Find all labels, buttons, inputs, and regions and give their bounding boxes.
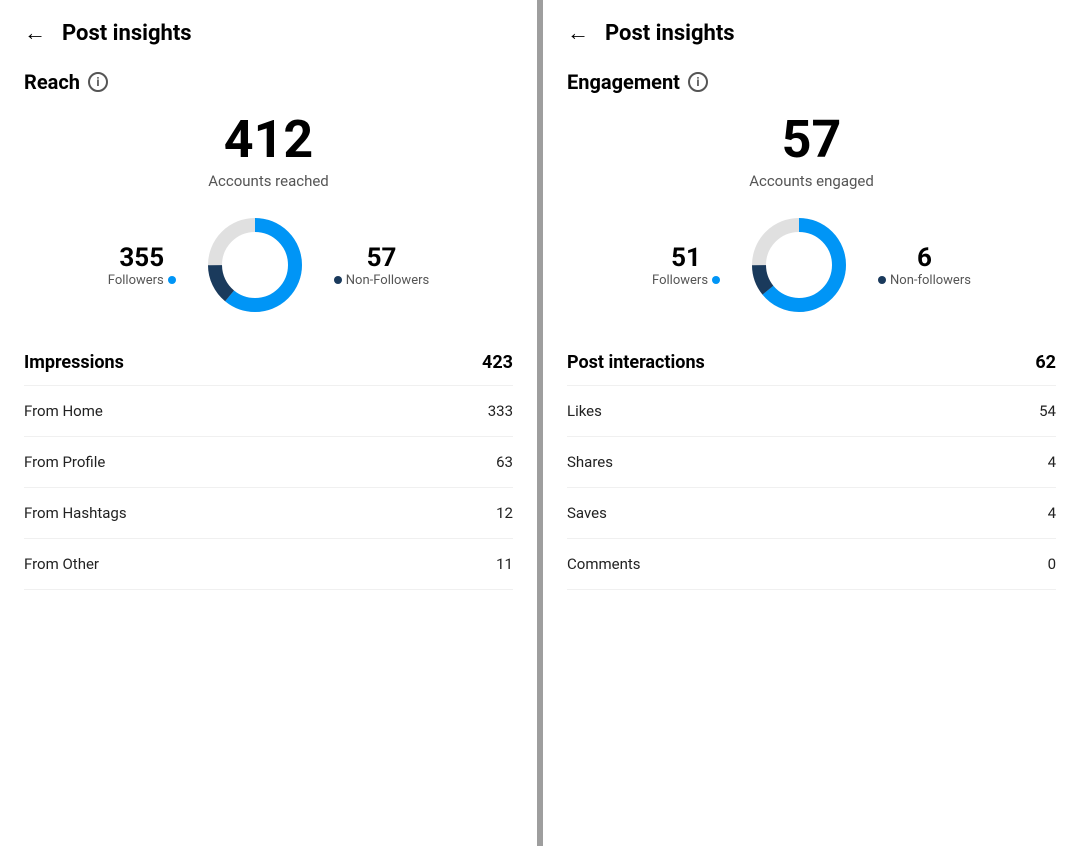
non-followers-dot (334, 276, 342, 284)
impressions-label: Impressions (24, 352, 124, 373)
reach-non-followers-sub: Non-Followers (334, 273, 429, 288)
followers-dot (168, 276, 176, 284)
right-header: ← Post insights (567, 20, 1056, 46)
post-interactions-header: Post interactions 62 (567, 352, 1056, 377)
from-other-row: From Other 11 (24, 539, 513, 590)
engagement-followers-sub: Followers (652, 273, 720, 288)
engagement-donut-section: 51 Followers 6 Non-followers (567, 210, 1056, 320)
reach-followers-label: 355 Followers (108, 243, 176, 288)
comments-value: 0 (1048, 555, 1056, 573)
engagement-non-followers-label: 6 Non-followers (878, 243, 971, 288)
likes-label: Likes (567, 402, 602, 420)
from-profile-label: From Profile (24, 453, 105, 471)
reach-followers-text: Followers (108, 273, 164, 288)
saves-row: Saves 4 (567, 488, 1056, 539)
reach-section-title: Reach i (24, 70, 513, 94)
shares-value: 4 (1048, 453, 1056, 471)
left-header: ← Post insights (24, 20, 513, 46)
comments-label: Comments (567, 555, 641, 573)
right-back-button[interactable]: ← (567, 20, 589, 46)
right-panel: ← Post insights Engagement i 57 Accounts… (543, 0, 1080, 846)
reach-non-followers-label: 57 Non-Followers (334, 243, 429, 288)
saves-value: 4 (1048, 504, 1056, 522)
post-interactions-label: Post interactions (567, 352, 705, 373)
left-page-title: Post insights (62, 21, 192, 46)
accounts-reached-label: Accounts reached (24, 172, 513, 190)
engagement-donut-chart (744, 210, 854, 320)
from-home-row: From Home 333 (24, 385, 513, 437)
impressions-header: Impressions 423 (24, 352, 513, 377)
engagement-non-followers-text: Non-followers (890, 273, 971, 288)
from-home-label: From Home (24, 402, 103, 420)
engagement-non-followers-dot (878, 276, 886, 284)
accounts-engaged-number: 57 (567, 114, 1056, 166)
accounts-reached-number: 412 (24, 114, 513, 166)
engagement-info-icon[interactable]: i (688, 72, 708, 92)
comments-row: Comments 0 (567, 539, 1056, 590)
engagement-followers-dot (712, 276, 720, 284)
from-hashtags-label: From Hashtags (24, 504, 127, 522)
left-panel: ← Post insights Reach i 412 Accounts rea… (0, 0, 537, 846)
engagement-followers-label: 51 Followers (652, 243, 720, 288)
likes-row: Likes 54 (567, 385, 1056, 437)
from-hashtags-value: 12 (496, 504, 513, 522)
from-home-value: 333 (488, 402, 513, 420)
impressions-value: 423 (482, 352, 513, 373)
from-other-label: From Other (24, 555, 99, 573)
reach-non-followers-text: Non-Followers (346, 273, 429, 288)
right-page-title: Post insights (605, 21, 735, 46)
reach-followers-sub: Followers (108, 273, 176, 288)
post-interactions-rows: Likes 54 Shares 4 Saves 4 Comments 0 (567, 385, 1056, 590)
shares-row: Shares 4 (567, 437, 1056, 488)
reach-followers-number: 355 (108, 243, 176, 273)
engagement-non-followers-number: 6 (878, 243, 971, 273)
engagement-section-title: Engagement i (567, 70, 1056, 94)
engagement-followers-number: 51 (652, 243, 720, 273)
impressions-rows: From Home 333 From Profile 63 From Hasht… (24, 385, 513, 590)
saves-label: Saves (567, 504, 607, 522)
accounts-engaged-label: Accounts engaged (567, 172, 1056, 190)
from-other-value: 11 (496, 555, 513, 573)
engagement-label: Engagement (567, 70, 680, 94)
reach-non-followers-number: 57 (334, 243, 429, 273)
from-profile-row: From Profile 63 (24, 437, 513, 488)
likes-value: 54 (1039, 402, 1056, 420)
reach-donut-section: 355 Followers 57 Non-Followers (24, 210, 513, 320)
from-hashtags-row: From Hashtags 12 (24, 488, 513, 539)
reach-donut-chart (200, 210, 310, 320)
reach-info-icon[interactable]: i (88, 72, 108, 92)
engagement-non-followers-sub: Non-followers (878, 273, 971, 288)
from-profile-value: 63 (496, 453, 513, 471)
post-interactions-value: 62 (1035, 352, 1056, 373)
shares-label: Shares (567, 453, 613, 471)
reach-label: Reach (24, 70, 80, 94)
engagement-followers-text: Followers (652, 273, 708, 288)
left-back-button[interactable]: ← (24, 20, 46, 46)
